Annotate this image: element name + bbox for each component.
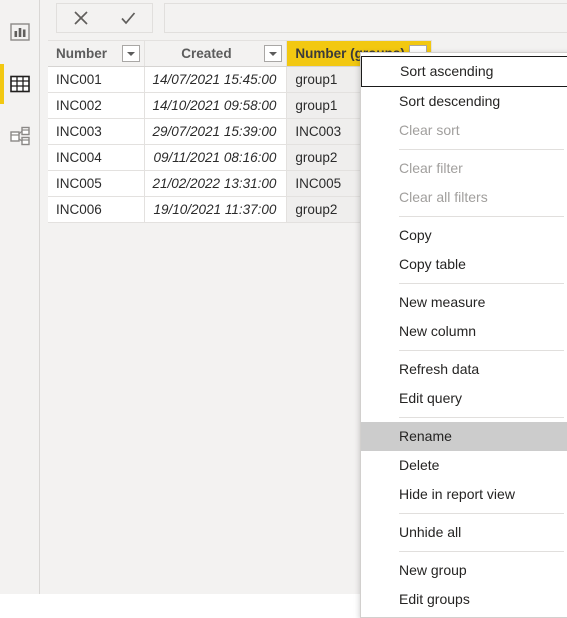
view-switcher-rail xyxy=(0,0,40,594)
menu-new-column[interactable]: New column xyxy=(361,317,567,346)
menu-separator xyxy=(399,417,564,418)
cell-number[interactable]: INC005 xyxy=(48,170,145,197)
menu-separator xyxy=(399,513,564,514)
menu-delete[interactable]: Delete xyxy=(361,451,567,480)
edit-actions-group xyxy=(56,3,153,33)
menu-hide-in-report-view[interactable]: Hide in report view xyxy=(361,480,567,509)
menu-copy-table[interactable]: Copy table xyxy=(361,250,567,279)
menu-clear-all-filters: Clear all filters xyxy=(399,189,488,205)
sidebar-item-model[interactable] xyxy=(0,110,39,162)
menu-clear-filter: Clear filter xyxy=(399,160,463,176)
chevron-down-icon xyxy=(126,51,135,56)
selection-accent-bar xyxy=(0,12,4,52)
cell-number[interactable]: INC002 xyxy=(48,92,145,119)
checkmark-icon xyxy=(118,8,138,28)
menu-edit-groups[interactable]: Edit groups xyxy=(361,585,567,614)
selection-accent-bar xyxy=(0,116,4,156)
column-header-label: Number xyxy=(56,46,108,61)
cell-number[interactable]: INC006 xyxy=(48,196,145,223)
table-icon xyxy=(8,72,32,96)
cancel-button[interactable] xyxy=(61,4,101,32)
menu-separator xyxy=(399,216,564,217)
filter-dropdown-button-number[interactable] xyxy=(121,45,140,62)
power-bi-window: Number Created Number (groups) INC001 14… xyxy=(0,0,567,618)
selection-accent-bar xyxy=(0,64,4,104)
menu-separator xyxy=(399,149,564,150)
cell-created[interactable]: 19/10/2021 11:37:00 xyxy=(144,196,288,223)
column-header-label: Created xyxy=(181,46,232,61)
menu-edit-query[interactable]: Edit query xyxy=(361,384,567,413)
cell-created[interactable]: 29/07/2021 15:39:00 xyxy=(144,118,288,145)
menu-new-measure[interactable]: New measure xyxy=(361,288,567,317)
menu-sort-descending[interactable]: Sort descending xyxy=(361,87,567,116)
menu-refresh-data[interactable]: Refresh data xyxy=(361,355,567,384)
menu-copy[interactable]: Copy xyxy=(361,221,567,250)
filter-dropdown-button-created[interactable] xyxy=(264,45,283,62)
menu-sort-ascending[interactable]: Sort ascending xyxy=(361,56,567,87)
column-header-created[interactable]: Created xyxy=(144,40,288,67)
cell-created[interactable]: 21/02/2022 13:31:00 xyxy=(144,170,288,197)
menu-rename[interactable]: Rename xyxy=(361,422,567,451)
model-relationship-icon xyxy=(8,124,32,148)
cell-number[interactable]: INC001 xyxy=(48,66,145,93)
column-header-number[interactable]: Number xyxy=(48,40,145,67)
cell-created[interactable]: 09/11/2021 08:16:00 xyxy=(144,144,288,171)
cell-created[interactable]: 14/07/2021 15:45:00 xyxy=(144,66,288,93)
column-context-menu: Sort ascending Sort descending Clear sor… xyxy=(360,52,567,618)
cell-number[interactable]: INC003 xyxy=(48,118,145,145)
secondary-actions-group xyxy=(164,3,567,33)
bar-chart-icon xyxy=(8,20,32,44)
chevron-down-icon xyxy=(269,51,278,56)
confirm-button[interactable] xyxy=(108,4,148,32)
cell-created[interactable]: 14/10/2021 09:58:00 xyxy=(144,92,288,119)
menu-clear-sort: Clear sort xyxy=(399,122,460,138)
menu-unhide-all[interactable]: Unhide all xyxy=(361,518,567,547)
menu-separator xyxy=(399,350,564,351)
menu-separator xyxy=(399,283,564,284)
sidebar-item-data[interactable] xyxy=(0,58,39,110)
close-x-icon xyxy=(71,8,91,28)
menu-separator xyxy=(399,551,564,552)
menu-new-group[interactable]: New group xyxy=(361,556,567,585)
cell-number[interactable]: INC004 xyxy=(48,144,145,171)
command-bar xyxy=(40,0,567,36)
sidebar-item-report[interactable] xyxy=(0,6,39,58)
